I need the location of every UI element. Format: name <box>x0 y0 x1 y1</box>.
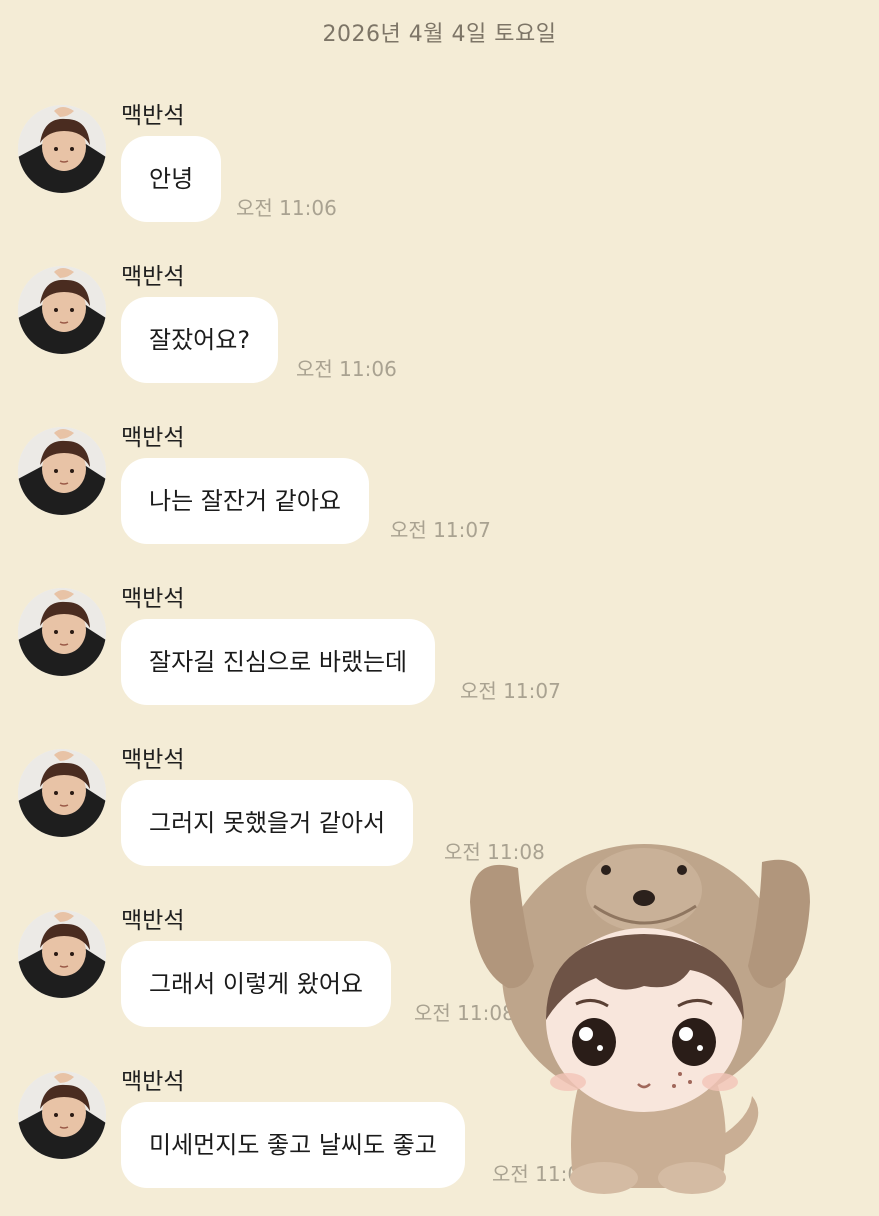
date-divider: 2026년 4월 4일 토요일 <box>322 22 557 47</box>
message-time: 오전 11:07 <box>460 679 561 703</box>
sender-name: 맥반석 <box>121 103 185 129</box>
message-row: 맥반석 잘자길 진심으로 바랬는데 오전 11:07 <box>0 583 879 733</box>
sender-name: 맥반석 <box>121 264 185 290</box>
message-time: 오전 11:06 <box>296 357 397 381</box>
sender-name: 맥반석 <box>121 908 185 934</box>
profile-photo-icon <box>18 105 106 193</box>
sender-name: 맥반석 <box>121 425 185 451</box>
profile-photo-icon <box>18 427 106 515</box>
message-bubble[interactable]: 잘잤어요? <box>121 297 279 383</box>
message-bubble[interactable]: 미세먼지도 좋고 날씨도 좋고 <box>121 1102 465 1188</box>
avatar[interactable] <box>18 910 106 998</box>
sender-name: 맥반석 <box>121 1069 185 1095</box>
avatar[interactable] <box>18 427 106 515</box>
message-time: 오전 11:07 <box>390 518 491 542</box>
avatar[interactable] <box>18 1071 106 1159</box>
avatar[interactable] <box>18 749 106 837</box>
profile-photo-icon <box>18 1071 106 1159</box>
message-bubble[interactable]: 그래서 이렇게 왔어요 <box>121 941 391 1027</box>
message-row: 맥반석 잘잤어요? 오전 11:06 <box>0 261 879 411</box>
message-row: 맥반석 나는 잘잔거 같아요 오전 11:07 <box>0 422 879 572</box>
avatar[interactable] <box>18 105 106 193</box>
puppy-sticker-icon <box>470 844 810 1194</box>
message-time: 오전 11:06 <box>236 196 337 220</box>
message-bubble[interactable]: 안녕 <box>121 136 222 222</box>
profile-photo-icon <box>18 910 106 998</box>
profile-photo-icon <box>18 749 106 837</box>
avatar[interactable] <box>18 588 106 676</box>
message-bubble[interactable]: 그러지 못했을거 같아서 <box>121 780 414 866</box>
message-bubble[interactable]: 잘자길 진심으로 바랬는데 <box>121 619 436 705</box>
message-row: 맥반석 안녕 오전 11:06 <box>0 100 879 250</box>
profile-photo-icon <box>18 588 106 676</box>
sender-name: 맥반석 <box>121 747 185 773</box>
avatar[interactable] <box>18 266 106 354</box>
message-bubble[interactable]: 나는 잘잔거 같아요 <box>121 458 369 544</box>
sender-name: 맥반석 <box>121 586 185 612</box>
puppy-sticker <box>468 820 813 1195</box>
profile-photo-icon <box>18 266 106 354</box>
